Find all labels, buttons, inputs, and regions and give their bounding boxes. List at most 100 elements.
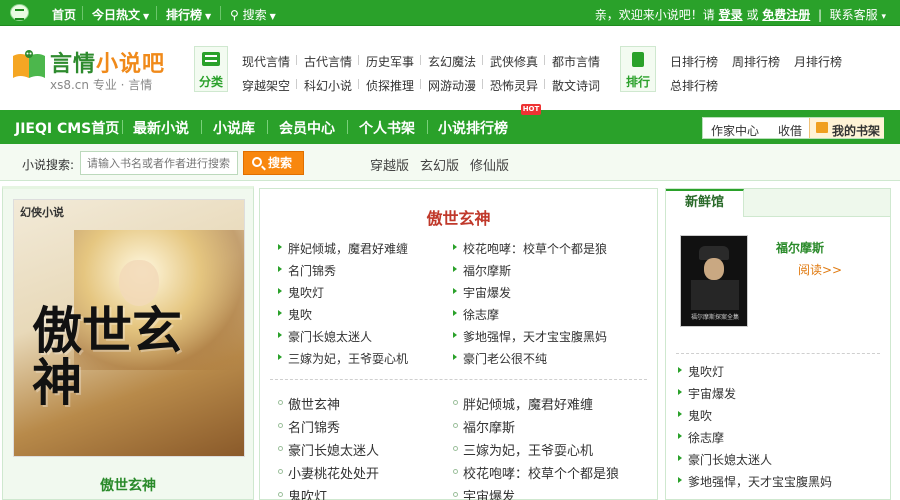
register-link[interactable]: 免费注册 <box>762 8 810 22</box>
customer-service-link[interactable]: 联系客服 <box>830 8 878 22</box>
featured-book-title[interactable]: 傲世玄神 <box>3 475 253 495</box>
list-item[interactable]: 宇宙爆发 <box>453 486 515 500</box>
read-more-link[interactable]: 阅读>> <box>798 261 842 278</box>
list-item[interactable]: 鬼吹灯 <box>678 363 724 380</box>
list-item[interactable]: 福尔摩斯 <box>453 262 511 279</box>
hot-badge: HOT <box>521 104 541 115</box>
category-link[interactable]: 古代言情 <box>304 53 352 70</box>
my-bookshelf-label: 我的书架 <box>832 124 881 138</box>
list-item[interactable]: 豪门长媳太迷人 <box>678 451 772 468</box>
book-cover-image[interactable]: 幻侠小说 傲世玄神 <box>13 199 245 457</box>
top-bar: 首页 今日热文 ▼ 排行榜 ▼ ⚲ 搜索 ▼ 亲，欢迎来小说吧！请 登录 或 免费注册… <box>0 0 900 26</box>
list-item[interactable]: 宇宙爆发 <box>453 284 511 301</box>
logo-name-b: 小说吧 <box>96 52 166 77</box>
list-item[interactable]: 名门锦秀 <box>278 417 340 436</box>
nav-item-home[interactable]: JIEQI CMS首页 <box>15 118 119 138</box>
ranking-link[interactable]: 周排行榜 <box>732 53 780 70</box>
category-link[interactable]: 武侠修真 <box>490 53 538 70</box>
category-link[interactable]: 科幻小说 <box>304 77 352 94</box>
list-item[interactable]: 徐志摩 <box>453 306 499 323</box>
login-link[interactable]: 登录 <box>719 8 743 22</box>
list-item[interactable]: 豪门老公很不纯 <box>453 350 547 367</box>
search-input[interactable] <box>80 151 238 175</box>
hot-keyword[interactable]: 修仙版 <box>470 155 509 174</box>
panel-heading[interactable]: 新鲜馆 <box>666 189 744 217</box>
ranking-link[interactable]: 日排行榜 <box>670 53 718 70</box>
topnav-search[interactable]: ⚲ 搜索 ▼ <box>230 6 276 23</box>
divider <box>267 120 268 134</box>
ranking-link[interactable]: 月排行榜 <box>794 53 842 70</box>
panel-header: 新鲜馆 <box>666 189 890 217</box>
list-item[interactable]: 鬼吹灯 <box>278 284 324 301</box>
list-item[interactable]: 豪门长媳太迷人 <box>278 328 372 345</box>
home-icon[interactable] <box>10 4 29 21</box>
nav-item-member[interactable]: 会员中心 <box>279 118 335 138</box>
list-item[interactable]: 鬼吹 <box>678 407 712 424</box>
list-icon <box>202 52 220 66</box>
category-link[interactable]: 历史军事 <box>366 53 414 70</box>
list-item[interactable]: 校花咆哮：校草个个都是狼 <box>453 240 607 257</box>
ranking-link[interactable]: 总排行榜 <box>670 77 718 94</box>
divider <box>296 55 297 65</box>
logo-domain: xs8.cn <box>50 78 90 92</box>
hot-keyword[interactable]: 玄幻版 <box>420 155 459 174</box>
list-item[interactable]: 三嫁为妃，王爷耍心机 <box>453 440 593 459</box>
list-item[interactable]: 徐志摩 <box>678 429 724 446</box>
hot-keyword[interactable]: 穿越版 <box>370 155 409 174</box>
topnav-home[interactable]: 首页 <box>52 6 76 23</box>
author-center-link[interactable]: 作家中心 <box>711 122 759 139</box>
divider <box>544 55 545 65</box>
list-item[interactable]: 鬼吹灯 <box>278 486 327 500</box>
list-item[interactable]: 傲世玄神 <box>278 394 340 413</box>
nav-item-library[interactable]: 小说库 <box>213 118 255 138</box>
topnav-rankings[interactable]: 排行榜 ▼ <box>166 6 211 23</box>
list-item[interactable]: 小妻桃花处处开 <box>278 463 379 482</box>
topnav-rankings-label: 排行榜 <box>166 8 203 22</box>
panel-heading[interactable]: 傲世玄神 <box>260 205 657 229</box>
category-link[interactable]: 玄幻魔法 <box>428 53 476 70</box>
book-list-panel: 傲世玄神 胖妃倾城，魔君好难缠 名门锦秀 鬼吹灯 鬼吹 豪门长媳太迷人 三嫁为妃… <box>259 188 658 500</box>
divider <box>270 379 647 380</box>
list-item[interactable]: 豪门长媳太迷人 <box>278 440 379 459</box>
list-item[interactable]: 福尔摩斯 <box>453 417 515 436</box>
list-item[interactable]: 宇宙爆发 <box>678 385 736 402</box>
search-button[interactable]: 搜索 <box>243 151 304 175</box>
my-bookshelf-button[interactable]: 我的书架 <box>809 118 884 138</box>
list-item[interactable]: 胖妃倾城，魔君好难缠 <box>278 240 408 257</box>
fresh-panel: 新鲜馆 福尔摩斯探案全集 福尔摩斯 阅读>> 鬼吹灯 宇宙爆发 鬼吹 徐志摩 豪… <box>665 188 891 500</box>
divider <box>358 79 359 89</box>
category-link[interactable]: 恐怖灵异 <box>490 77 538 94</box>
divider <box>544 79 545 89</box>
nav-item-bookshelf[interactable]: 个人书架 <box>359 118 415 138</box>
divider <box>347 120 348 134</box>
ranking-box[interactable]: 排行 <box>620 46 656 92</box>
list-item[interactable]: 校花咆哮：校草个个都是狼 <box>453 463 619 482</box>
topnav-today-hot[interactable]: 今日热文 ▼ <box>92 6 149 23</box>
divider <box>296 79 297 89</box>
nav-item-latest[interactable]: 最新小说 <box>133 118 189 138</box>
list-item[interactable]: 三嫁为妃，王爷耍心机 <box>278 350 408 367</box>
list-item[interactable]: 爹地强悍，天才宝宝腹黑妈 <box>453 328 607 345</box>
category-link[interactable]: 现代言情 <box>242 53 290 70</box>
user-shortcuts: 作家中心 收借 我的书架 <box>702 117 884 139</box>
book-logo-icon <box>13 50 45 78</box>
favorites-link[interactable]: 收借 <box>778 122 802 139</box>
list-item[interactable]: 爹地强悍，天才宝宝腹黑妈 <box>678 473 832 490</box>
nav-item-rankings[interactable]: 小说排行榜 <box>438 118 508 138</box>
divider <box>156 6 157 20</box>
fresh-book-title[interactable]: 福尔摩斯 <box>776 239 824 256</box>
site-logo[interactable]: 言情小说吧 xs8.cn 专业 · 言情 <box>10 44 190 92</box>
list-item[interactable]: 鬼吹 <box>278 306 312 323</box>
list-item[interactable]: 胖妃倾城，魔君好难缠 <box>453 394 593 413</box>
bookmark-icon <box>632 52 644 67</box>
divider <box>201 120 202 134</box>
category-link[interactable]: 网游动漫 <box>428 77 476 94</box>
book-cover-image[interactable]: 福尔摩斯探案全集 <box>680 235 748 327</box>
list-item[interactable]: 名门锦秀 <box>278 262 336 279</box>
category-link[interactable]: 散文诗词 <box>552 77 600 94</box>
category-link[interactable]: 穿越架空 <box>242 77 290 94</box>
category-box[interactable]: 分类 <box>194 46 228 92</box>
category-link[interactable]: 都市言情 <box>552 53 600 70</box>
featured-book: 幻侠小说 傲世玄神 傲世玄神 <box>2 186 254 500</box>
category-link[interactable]: 侦探推理 <box>366 77 414 94</box>
